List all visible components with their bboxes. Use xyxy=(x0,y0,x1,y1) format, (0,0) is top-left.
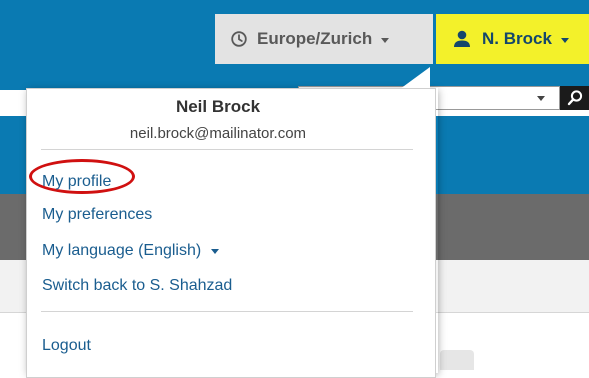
logout-link[interactable]: Logout xyxy=(42,337,91,355)
dropdown-arrow xyxy=(400,67,430,89)
divider xyxy=(41,311,413,312)
chevron-down-icon xyxy=(537,96,545,101)
user-email: neil.brock@mailinator.com xyxy=(129,125,307,142)
search-icon xyxy=(567,90,582,106)
timezone-button[interactable]: Europe/Zurich xyxy=(215,14,433,64)
user-icon xyxy=(454,30,470,47)
my-profile-link[interactable]: My profile xyxy=(42,173,111,191)
timezone-label: Europe/Zurich xyxy=(257,29,373,48)
my-language-label: My language (English) xyxy=(42,242,202,259)
divider xyxy=(41,149,413,150)
chevron-down-icon xyxy=(560,37,569,43)
chevron-down-icon xyxy=(211,249,220,254)
user-full-name: Neil Brock xyxy=(175,97,261,116)
user-dropdown-menu: Neil Brock neil.brock@mailinator.com My … xyxy=(26,88,436,378)
user-button-label: N. Brock xyxy=(482,29,552,48)
my-language-link[interactable]: My language (English) xyxy=(42,242,220,260)
tab[interactable] xyxy=(440,350,474,370)
chevron-down-icon xyxy=(381,37,390,43)
user-menu-button[interactable]: N. Brock xyxy=(436,14,589,64)
switch-back-link[interactable]: Switch back to S. Shahzad xyxy=(42,277,232,295)
my-preferences-link[interactable]: My preferences xyxy=(42,206,152,224)
clock-icon xyxy=(231,31,247,47)
search-button[interactable] xyxy=(560,86,589,110)
